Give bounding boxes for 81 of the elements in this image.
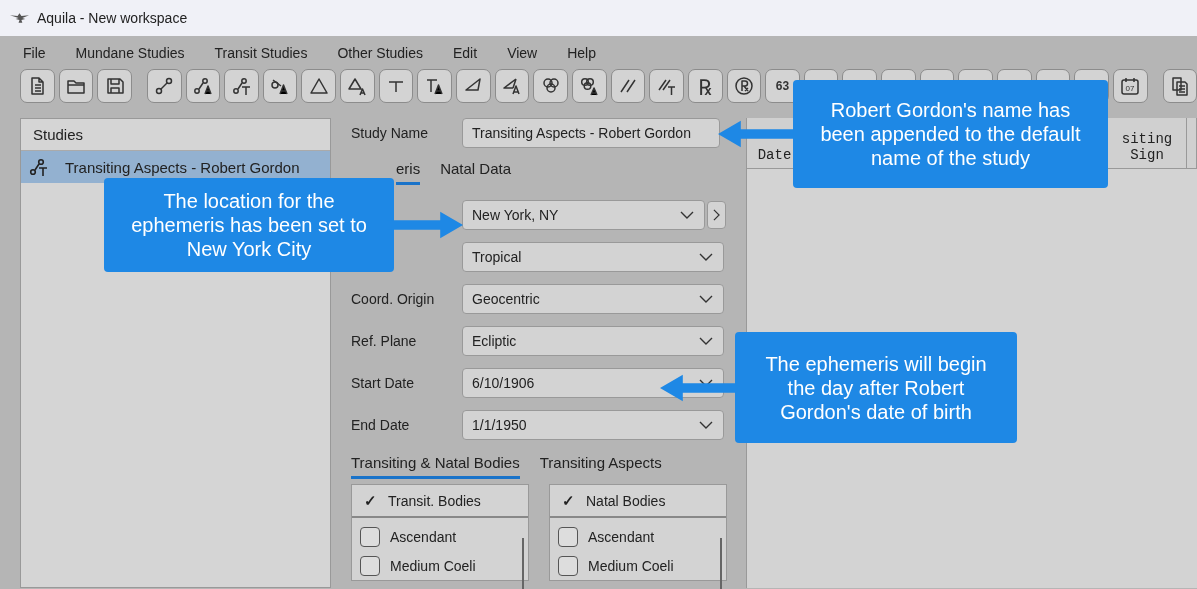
menu-item[interactable]: Transit Studies xyxy=(214,45,308,63)
menu-item[interactable]: File xyxy=(23,45,46,63)
caret-icon xyxy=(680,211,694,219)
tab[interactable]: Transiting & Natal Bodies xyxy=(351,454,520,479)
node-link-tee-icon xyxy=(29,157,49,177)
toolbar-button[interactable] xyxy=(301,69,337,103)
toolbar-button[interactable] xyxy=(533,69,568,103)
menu-item[interactable]: Help xyxy=(567,45,596,63)
chevron-right-icon xyxy=(713,209,720,221)
toolbar-button[interactable] xyxy=(224,69,259,103)
toolbar-button[interactable] xyxy=(378,69,414,103)
angle-letter-icon xyxy=(502,76,522,96)
toolbar-button[interactable] xyxy=(262,69,298,103)
scrollbar[interactable] xyxy=(720,538,722,589)
checkbox[interactable] xyxy=(360,555,380,576)
toolbar-button[interactable] xyxy=(97,69,132,103)
circle-letter-icon xyxy=(270,76,291,96)
list-item: Medium Coeli xyxy=(390,557,476,574)
list-item: Ascendant xyxy=(588,528,655,545)
list-header[interactable]: ✓ Transit. Bodies xyxy=(352,485,528,518)
caret-icon xyxy=(699,421,713,429)
date-field[interactable]: 6/10/1906 xyxy=(462,368,724,398)
list-item: Medium Coeli xyxy=(588,557,674,574)
tab[interactable]: Transiting Aspects xyxy=(539,454,662,479)
toolbar-button[interactable] xyxy=(649,69,684,103)
toolbar-button[interactable]: ℞ xyxy=(687,69,723,103)
calendar-icon: 07 xyxy=(1120,76,1141,96)
toolbar-button[interactable] xyxy=(20,69,55,103)
checkbox[interactable] xyxy=(558,555,578,576)
menu-item[interactable]: Other Studies xyxy=(337,45,423,63)
dropdown[interactable]: 1/1/1950 xyxy=(462,410,724,440)
list-header[interactable]: ✓ Natal Bodies xyxy=(550,485,726,518)
caret-icon xyxy=(699,253,713,261)
toolbar-button[interactable] xyxy=(417,69,453,103)
check-mark: ✓ xyxy=(562,491,574,510)
field-label: Start Date xyxy=(351,375,416,391)
tee-letter-icon xyxy=(424,76,445,96)
toolbar-button[interactable] xyxy=(1162,69,1197,103)
three-circles-letter-icon xyxy=(579,76,600,96)
field-label: Ref. Plane xyxy=(351,333,418,349)
study-name-field[interactable]: Transiting Aspects - Robert Gordon xyxy=(462,118,720,148)
tab[interactable]: eris xyxy=(396,160,421,185)
toolbar-button[interactable]: 07 xyxy=(1112,69,1148,103)
caret-icon xyxy=(699,337,713,345)
toolbar-button[interactable] xyxy=(58,69,94,103)
toolbar-button[interactable] xyxy=(146,69,182,103)
toolbar-button[interactable] xyxy=(726,69,762,103)
node-link-tee-icon xyxy=(231,76,252,96)
field-label: Coord. Origin xyxy=(351,291,436,307)
field-label: End Date xyxy=(351,417,411,433)
toolbar-button[interactable] xyxy=(185,69,221,103)
toolbar-button[interactable] xyxy=(340,69,375,103)
location-dropdown[interactable]: New York, NY xyxy=(462,200,705,230)
copy-icon xyxy=(1169,76,1190,96)
list-item: Ascendant xyxy=(390,528,457,545)
menu-item[interactable]: Mundane Studies xyxy=(75,45,185,63)
dropdown[interactable]: Tropical xyxy=(462,242,724,272)
study-item[interactable]: Transiting Aspects - Robert Gordon xyxy=(21,151,330,183)
check-mark: ✓ xyxy=(364,491,376,510)
tab[interactable]: Natal Data xyxy=(440,160,512,185)
triangle-icon xyxy=(308,76,329,96)
checkbox[interactable] xyxy=(558,526,578,547)
toolbar-button[interactable] xyxy=(610,69,646,103)
scrollbar[interactable] xyxy=(522,538,524,589)
triangle-letter-icon xyxy=(347,76,368,96)
checkbox[interactable] xyxy=(360,526,380,547)
toolbar-button[interactable] xyxy=(571,69,607,103)
node-link-icon xyxy=(154,76,175,96)
dropdown[interactable]: Geocentric xyxy=(462,284,724,314)
toolbar-button[interactable] xyxy=(494,69,530,103)
circled-prescription-icon xyxy=(733,76,754,96)
node-link-letter-icon xyxy=(192,76,213,96)
dropdown[interactable]: Ecliptic xyxy=(462,326,724,356)
window-title: Aquila - New workspace xyxy=(37,10,188,26)
three-circles-icon xyxy=(540,76,561,96)
menu-item[interactable]: Edit xyxy=(453,45,478,63)
field-label: Study Name xyxy=(351,125,430,141)
caret-icon xyxy=(699,295,713,303)
toolbar-button[interactable] xyxy=(456,69,491,103)
eagle-icon xyxy=(10,12,29,24)
menu-item[interactable]: View xyxy=(507,45,538,63)
